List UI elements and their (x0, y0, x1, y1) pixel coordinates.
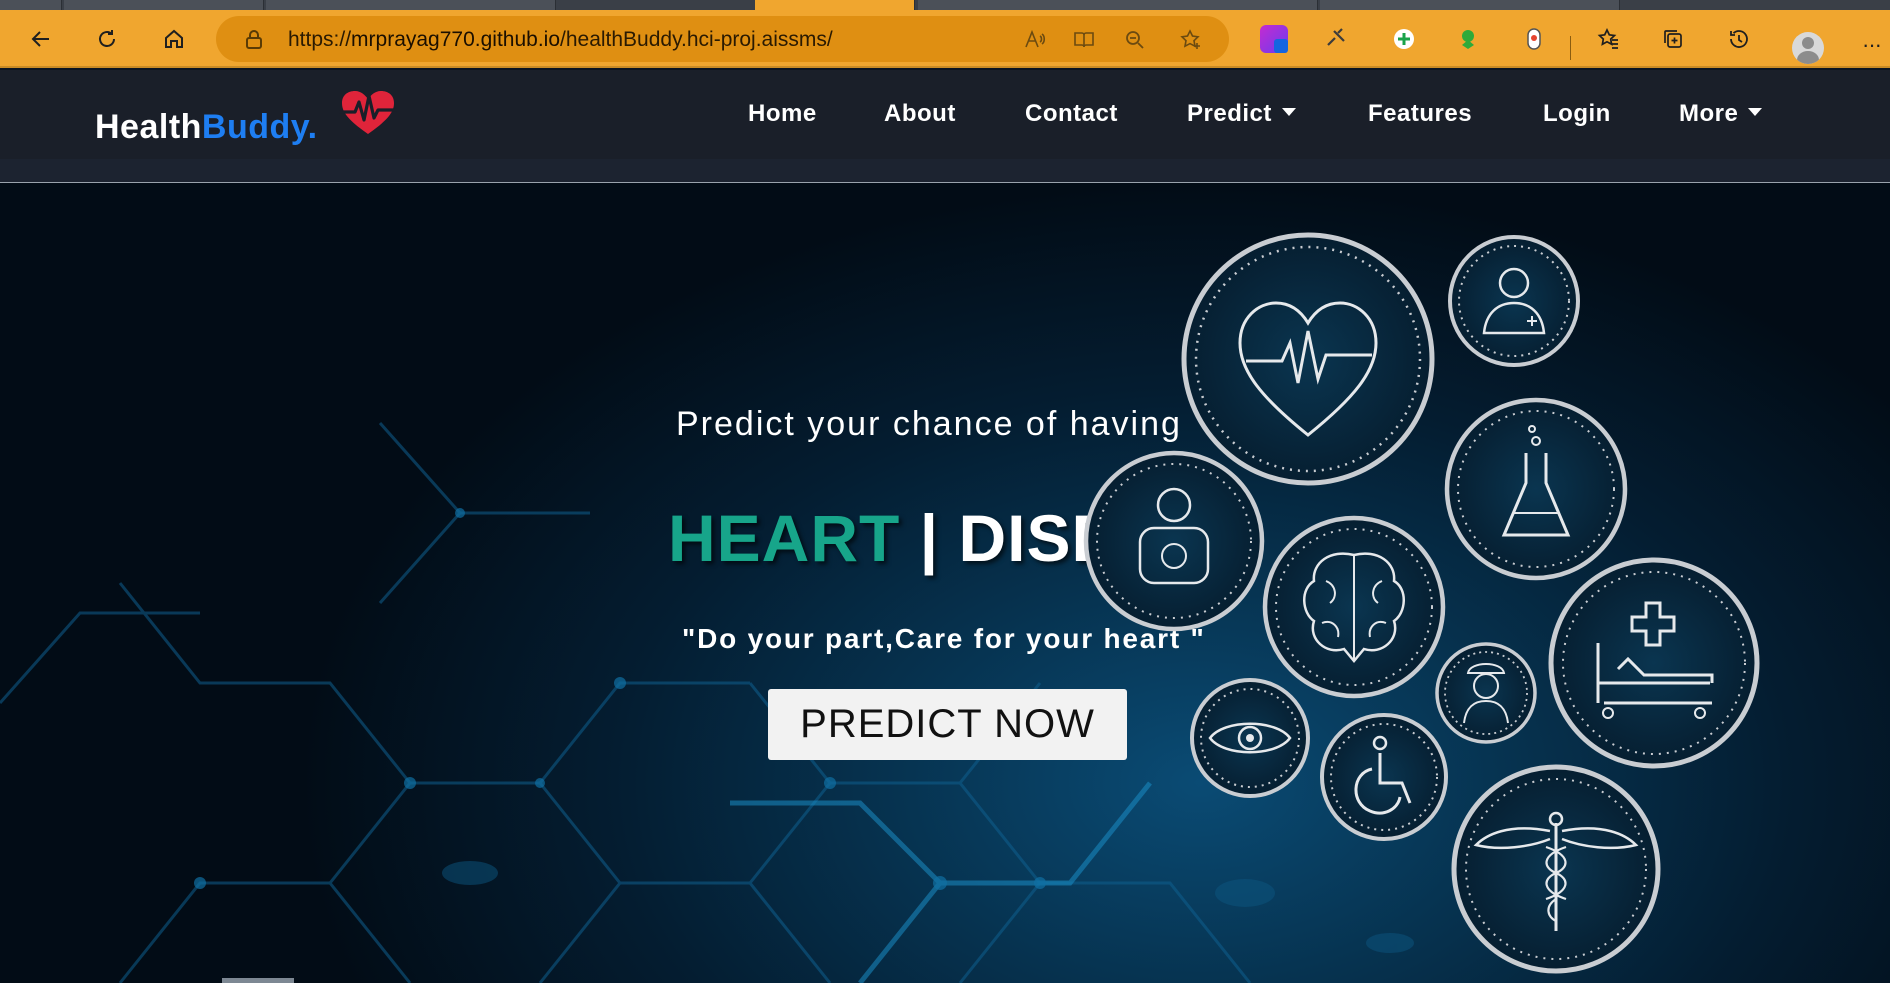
brain-icon (1262, 515, 1446, 699)
nav-about[interactable]: About (884, 100, 956, 128)
url-text[interactable]: https://mrprayag770.github.io/healthBudd… (288, 28, 833, 52)
horizontal-scrollbar[interactable] (222, 978, 294, 983)
medical-icons-cluster (1083, 232, 1760, 974)
url-scheme: https:// (288, 28, 352, 51)
more-menu-icon[interactable]: ··· (1862, 32, 1882, 58)
nav-more-dropdown[interactable]: More (1679, 100, 1763, 128)
nav-login[interactable]: Login (1543, 100, 1611, 128)
nav-more-label: More (1679, 100, 1739, 127)
toolbar-separator (1570, 36, 1571, 60)
browser-tab[interactable] (918, 0, 1318, 10)
eye-icon (1190, 678, 1310, 798)
caret-down-icon (1748, 108, 1763, 116)
browser-tab[interactable] (1320, 0, 1620, 10)
extension-icon[interactable] (1322, 25, 1350, 53)
site-navbar: HealthBuddy. Home About Contact Predict … (0, 70, 1890, 159)
nav-contact[interactable]: Contact (1025, 100, 1118, 128)
browser-toolbar: https://mrprayag770.github.io/healthBudd… (0, 10, 1890, 68)
refresh-icon[interactable] (90, 22, 124, 56)
baby-icon (1083, 450, 1265, 632)
browser-tab[interactable] (0, 0, 62, 10)
address-bar[interactable]: https://mrprayag770.github.io/healthBudd… (216, 16, 1229, 62)
profile-avatar[interactable] (1792, 32, 1824, 64)
navbar-spacer (0, 159, 1890, 183)
lock-icon[interactable] (242, 27, 266, 51)
zoom-out-icon[interactable] (1123, 28, 1147, 52)
extension-icon[interactable] (1390, 25, 1418, 53)
add-favorite-icon[interactable] (1179, 28, 1203, 52)
immersive-reader-icon[interactable] (1072, 28, 1096, 52)
hero-section: Predict your chance of having HEART | DI… (0, 183, 1890, 983)
read-aloud-icon[interactable] (1023, 28, 1047, 52)
favorites-icon[interactable] (1592, 22, 1626, 56)
history-icon[interactable] (1722, 22, 1756, 56)
nav-predict-dropdown[interactable]: Predict (1187, 100, 1296, 128)
caduceus-icon (1451, 764, 1661, 974)
doctor-icon (1448, 235, 1580, 367)
back-arrow-icon[interactable] (24, 22, 58, 56)
nav-home[interactable]: Home (748, 100, 817, 128)
url-path: /healthBuddy.hci-proj.aissms/ (560, 28, 833, 51)
url-host: mrprayag770.github.io (351, 28, 560, 51)
nav-features[interactable]: Features (1368, 100, 1472, 128)
browser-tabstrip (0, 0, 1890, 10)
nurse-icon (1435, 642, 1537, 744)
hospital-bed-icon (1548, 557, 1760, 769)
collections-icon[interactable] (1656, 22, 1690, 56)
browser-tab[interactable] (64, 0, 264, 10)
wheelchair-icon (1320, 713, 1448, 841)
nav-predict-label: Predict (1187, 100, 1272, 127)
lab-flask-icon (1444, 397, 1628, 581)
caret-down-icon (1281, 108, 1296, 116)
heart-rate-icon (1181, 232, 1435, 486)
extension-icon[interactable] (1520, 25, 1548, 53)
nav-menu: Home About Contact Predict Features Logi… (0, 70, 1890, 159)
home-icon[interactable] (157, 22, 191, 56)
extension-icon[interactable] (1454, 25, 1482, 53)
browser-tab-active[interactable] (755, 0, 915, 10)
browser-tab[interactable] (266, 0, 556, 10)
extension-icon[interactable] (1260, 25, 1288, 53)
